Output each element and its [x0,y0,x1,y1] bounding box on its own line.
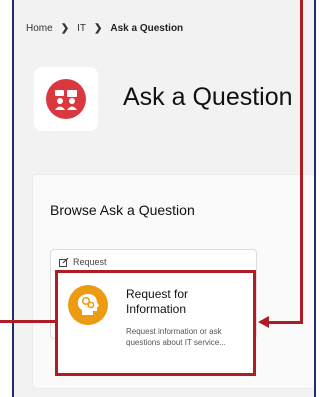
chevron-right-icon: ❯ [60,23,70,34]
page-title: Ask a Question [123,83,293,111]
ask-question-icon [46,79,86,119]
right-callout-line-vertical [300,0,303,324]
panel-title: Browse Ask a Question [50,202,195,218]
breadcrumb-home[interactable]: Home [26,23,53,34]
background-card-label: Request [73,257,107,267]
left-callout-line [0,320,56,323]
page-icon-container [34,67,98,131]
card-description: Request information or ask questions abo… [126,327,226,347]
breadcrumb-it[interactable]: IT [77,23,86,34]
chevron-right-icon: ❯ [93,23,103,34]
edit-icon [59,257,69,267]
request-for-information-card[interactable]: Request for Information Request informat… [55,270,256,376]
arrow-left-icon [258,316,269,328]
card-title: Request for Information [126,287,189,316]
right-callout-line-horizontal [268,321,303,324]
breadcrumb-current: Ask a Question [110,23,184,34]
head-gears-icon [68,285,108,325]
breadcrumb: Home ❯ IT ❯ Ask a Question [26,23,183,34]
